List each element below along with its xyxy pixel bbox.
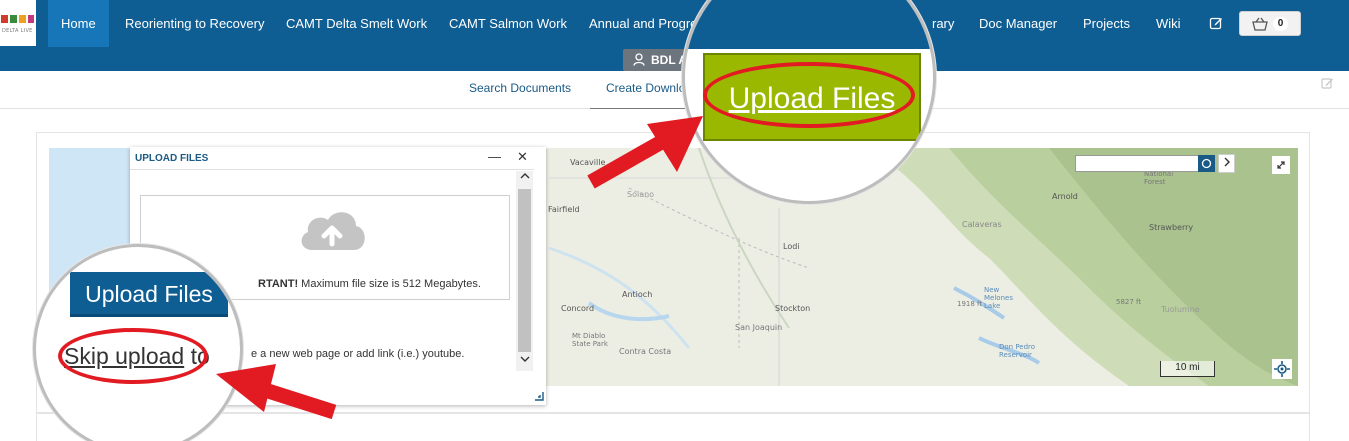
map-label-stockton: Stockton (775, 304, 811, 313)
map-label-don-pedro: Don Pedro Reservoir (999, 343, 1036, 359)
red-arrow-icon (587, 116, 703, 189)
nav-camt-salmon-work[interactable]: CAMT Salmon Work (449, 0, 567, 47)
basket-icon (1252, 17, 1268, 31)
max-file-size-note: RTANT! Maximum file size is 512 Megabyte… (258, 278, 481, 290)
logo-square-red (1, 15, 8, 23)
minimize-button[interactable]: — (488, 149, 501, 164)
map-search-input[interactable] (1075, 155, 1215, 172)
important-label: RTANT! (258, 278, 299, 290)
page-edit-icon[interactable] (1321, 77, 1334, 95)
cart-count-badge: 0 (1273, 17, 1288, 31)
search-icon (1201, 158, 1212, 169)
map-locate-button[interactable] (1272, 359, 1292, 379)
map-label-elevation-1918: 1918 ft (957, 300, 983, 308)
upload-files-button-zoomed[interactable]: Upload Files (70, 272, 228, 317)
nav-library[interactable]: rary (932, 0, 954, 47)
scroll-up-icon[interactable] (520, 172, 530, 180)
add-link-note: e a new web page or add link (i.e.) yout… (251, 348, 465, 360)
map-label-contra-costa: Contra Costa (619, 347, 672, 356)
subnav-create-download-label: Create Downlo (606, 81, 686, 95)
map-expand-button[interactable] (1272, 156, 1290, 174)
max-file-size-text: Maximum file size is 512 Megabytes. (298, 278, 481, 290)
map-label-elevation-5827: 5827 ft (1116, 298, 1142, 306)
edit-icon[interactable] (1209, 16, 1223, 30)
nav-home[interactable]: Home (48, 0, 109, 47)
close-button[interactable]: ✕ (517, 149, 528, 165)
page: DELTA LIVE Home Reorienting to Recovery … (0, 0, 1349, 441)
locate-icon (1274, 361, 1290, 377)
resize-handle-icon[interactable] (534, 391, 544, 401)
map-label-concord: Concord (561, 304, 595, 313)
collapse-icon (1277, 161, 1285, 169)
sub-navbar: Search Documents Create Downlo (0, 71, 1349, 109)
nav-wiki[interactable]: Wiki (1156, 0, 1181, 47)
panel-divider (130, 169, 534, 170)
highlight-ring-skip-upload (58, 328, 208, 384)
map-label-new-melones-lake: New Melones Lake (984, 286, 1013, 310)
nav-annual-and-progress[interactable]: Annual and Progre (589, 0, 697, 47)
map-scale-bar: 10 mi (1160, 361, 1215, 377)
site-logo[interactable]: DELTA LIVE (0, 0, 36, 46)
highlight-ring-upload-files (703, 62, 915, 128)
map-label-fairfield: Fairfield (548, 205, 580, 214)
nav-reorienting-to-recovery[interactable]: Reorienting to Recovery (125, 0, 264, 47)
subnav-search-documents[interactable]: Search Documents (469, 81, 571, 95)
map-label-national-forest: National Forest (1144, 170, 1174, 186)
upload-panel-title: UPLOAD FILES (135, 153, 209, 164)
map-label-strawberry: Strawberry (1149, 223, 1194, 232)
nav-doc-manager[interactable]: Doc Manager (979, 0, 1057, 47)
logo-square-green (10, 15, 17, 23)
map-search-button[interactable] (1198, 155, 1215, 172)
callout-navbar-band (685, 0, 933, 49)
logo-square-orange (19, 15, 26, 23)
map-label-lodi: Lodi (783, 242, 800, 251)
map-label-san-joaquin: San Joaquin (735, 323, 783, 332)
logo-tagline: DELTA LIVE (2, 28, 33, 34)
red-arrow-icon (216, 364, 337, 420)
logo-square-magenta (28, 15, 34, 23)
nav-projects[interactable]: Projects (1083, 0, 1130, 47)
cloud-upload-icon (301, 212, 365, 250)
user-icon (633, 53, 645, 66)
chevron-right-icon (1224, 157, 1230, 167)
nav-camt-delta-smelt-work[interactable]: CAMT Delta Smelt Work (286, 0, 427, 47)
panel-scrollbar-thumb[interactable] (518, 189, 531, 352)
map-label-antioch: Antioch (622, 290, 653, 299)
cart-button[interactable]: 0 (1239, 11, 1301, 36)
subnav-create-download[interactable]: Create Downlo (590, 71, 685, 109)
map-label-tuolumne: Tuolumne (1161, 305, 1200, 314)
map-label-arnold: Arnold (1052, 192, 1078, 201)
map-label-mt-diablo: Mt Diablo State Park (572, 332, 608, 348)
map-next-button[interactable] (1218, 154, 1235, 173)
map-label-calaveras: Calaveras (962, 220, 1002, 229)
scroll-down-icon[interactable] (520, 355, 530, 363)
